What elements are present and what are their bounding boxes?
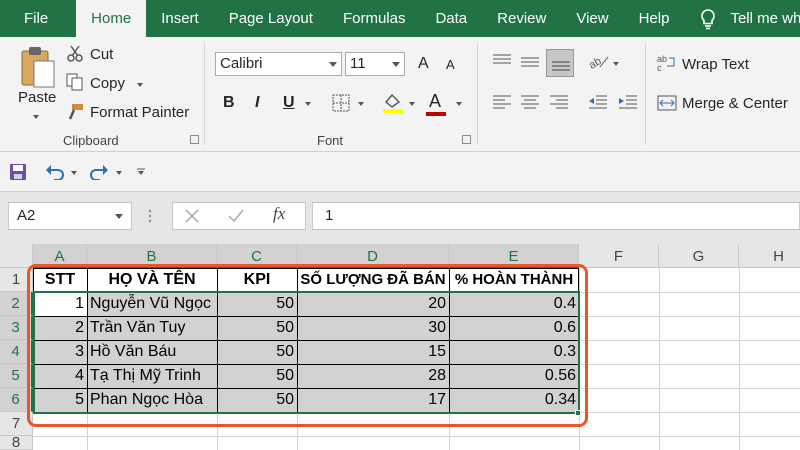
- redo-dropdown-icon[interactable]: [116, 171, 122, 175]
- shrink-font-button[interactable]: A: [446, 57, 455, 72]
- enter-check-icon[interactable]: [228, 209, 244, 223]
- ribbon-home: Paste Cut Copy Format Painter Clipboard …: [0, 37, 800, 152]
- borders-dropdown-icon[interactable]: [358, 102, 364, 106]
- lightbulb-icon: [701, 8, 716, 29]
- font-name-combo[interactable]: Calibri: [215, 52, 342, 76]
- copy-dropdown-icon[interactable]: [137, 83, 143, 87]
- tab-help[interactable]: Help: [624, 0, 685, 37]
- name-box[interactable]: A2: [8, 202, 132, 230]
- decrease-indent-icon[interactable]: [588, 95, 608, 109]
- formula-bar: A2 fx 1: [0, 192, 800, 244]
- ribbon-tab-bar: File Home Insert Page Layout Formulas Da…: [0, 0, 800, 37]
- worksheet-grid[interactable]: A B C D E F G H 1 2 3 4 5 6 7 8 STT HỌ V…: [0, 244, 800, 450]
- font-dialog-launcher-icon[interactable]: [462, 135, 471, 144]
- chevron-down-icon[interactable]: [392, 62, 400, 67]
- wrap-text-button[interactable]: Wrap Text: [682, 56, 749, 73]
- undo-dropdown-icon[interactable]: [71, 171, 77, 175]
- align-top-icon[interactable]: [492, 53, 512, 67]
- align-bottom-button[interactable]: [546, 49, 574, 77]
- gridline: [739, 268, 740, 450]
- name-box-value: A2: [17, 207, 36, 224]
- chevron-down-icon[interactable]: [329, 62, 337, 67]
- tab-insert[interactable]: Insert: [146, 0, 214, 37]
- gridline: [659, 268, 660, 450]
- font-size-combo[interactable]: 11: [345, 52, 405, 76]
- orientation-icon[interactable]: ab: [588, 53, 610, 71]
- align-center-icon[interactable]: [520, 95, 540, 109]
- tab-view[interactable]: View: [561, 0, 623, 37]
- gridline: [33, 436, 800, 437]
- align-middle-icon[interactable]: [520, 55, 540, 69]
- copy-icon: [66, 73, 83, 91]
- align-left-icon[interactable]: [492, 95, 512, 109]
- tell-me-label: Tell me what yo: [730, 10, 800, 27]
- clipboard-group-label: Clipboard: [63, 133, 119, 148]
- save-icon[interactable]: [9, 163, 27, 181]
- wrap-text-icon: abc: [657, 54, 675, 72]
- group-divider: [645, 43, 646, 145]
- font-color-dropdown-icon[interactable]: [456, 102, 462, 106]
- underline-dropdown-icon[interactable]: [305, 102, 311, 106]
- merge-center-button[interactable]: Merge & Center: [682, 95, 788, 112]
- align-bottom-icon: [552, 61, 570, 71]
- row-header-8[interactable]: 8: [0, 436, 33, 450]
- italic-button[interactable]: I: [255, 94, 259, 112]
- increase-indent-icon[interactable]: [618, 95, 638, 109]
- insert-function-button[interactable]: fx: [273, 204, 285, 224]
- group-divider: [477, 43, 478, 145]
- paste-icon[interactable]: [20, 45, 56, 89]
- svg-text:c: c: [657, 63, 662, 72]
- format-painter-icon: [68, 104, 83, 120]
- svg-text:ab: ab: [588, 55, 604, 71]
- font-size-value: 11: [350, 55, 366, 72]
- tab-review[interactable]: Review: [482, 0, 561, 37]
- tab-file[interactable]: File: [0, 0, 76, 37]
- grow-font-button[interactable]: A: [418, 55, 429, 73]
- tab-page-layout[interactable]: Page Layout: [214, 0, 328, 37]
- font-group-label: Font: [317, 133, 344, 148]
- align-right-icon[interactable]: [549, 95, 569, 109]
- orientation-dropdown-icon[interactable]: [613, 62, 619, 66]
- font-color-button[interactable]: A: [429, 91, 441, 112]
- drag-handle-icon[interactable]: [148, 208, 152, 224]
- copy-button[interactable]: Copy: [90, 75, 125, 92]
- paste-button-label[interactable]: Paste: [18, 89, 56, 106]
- chevron-down-icon[interactable]: [115, 214, 123, 219]
- formula-input-value: 1: [325, 207, 334, 224]
- font-name-value: Calibri: [220, 55, 263, 72]
- merge-center-icon: [657, 95, 677, 111]
- clipboard-dialog-launcher-icon[interactable]: [190, 135, 199, 144]
- formula-input[interactable]: 1: [312, 202, 800, 230]
- redo-icon[interactable]: [89, 164, 109, 180]
- underline-button[interactable]: U: [283, 94, 295, 112]
- select-all-button[interactable]: [0, 244, 33, 268]
- font-color-swatch: [426, 112, 446, 116]
- cut-button[interactable]: Cut: [90, 46, 113, 63]
- annotation-highlight-box: [27, 264, 588, 427]
- fill-color-dropdown-icon[interactable]: [409, 102, 415, 106]
- undo-icon[interactable]: [45, 164, 65, 180]
- quick-access-toolbar: [0, 152, 800, 192]
- tab-home[interactable]: Home: [76, 0, 147, 37]
- column-header-h[interactable]: H: [739, 244, 800, 268]
- group-divider: [204, 43, 205, 145]
- fill-color-icon[interactable]: [382, 92, 404, 114]
- formula-buttons: fx: [172, 202, 306, 230]
- column-header-f[interactable]: F: [579, 244, 659, 268]
- scissors-icon: [67, 45, 83, 62]
- borders-icon[interactable]: [332, 94, 350, 112]
- tell-me-box[interactable]: Tell me what yo: [684, 8, 800, 30]
- customize-toolbar-icon[interactable]: [137, 168, 145, 176]
- tab-formulas[interactable]: Formulas: [328, 0, 421, 37]
- paste-dropdown-icon[interactable]: [33, 115, 39, 119]
- tab-data[interactable]: Data: [420, 0, 482, 37]
- column-header-g[interactable]: G: [659, 244, 739, 268]
- format-painter-button[interactable]: Format Painter: [90, 104, 189, 121]
- cancel-icon[interactable]: [185, 209, 199, 223]
- bold-button[interactable]: B: [223, 94, 235, 112]
